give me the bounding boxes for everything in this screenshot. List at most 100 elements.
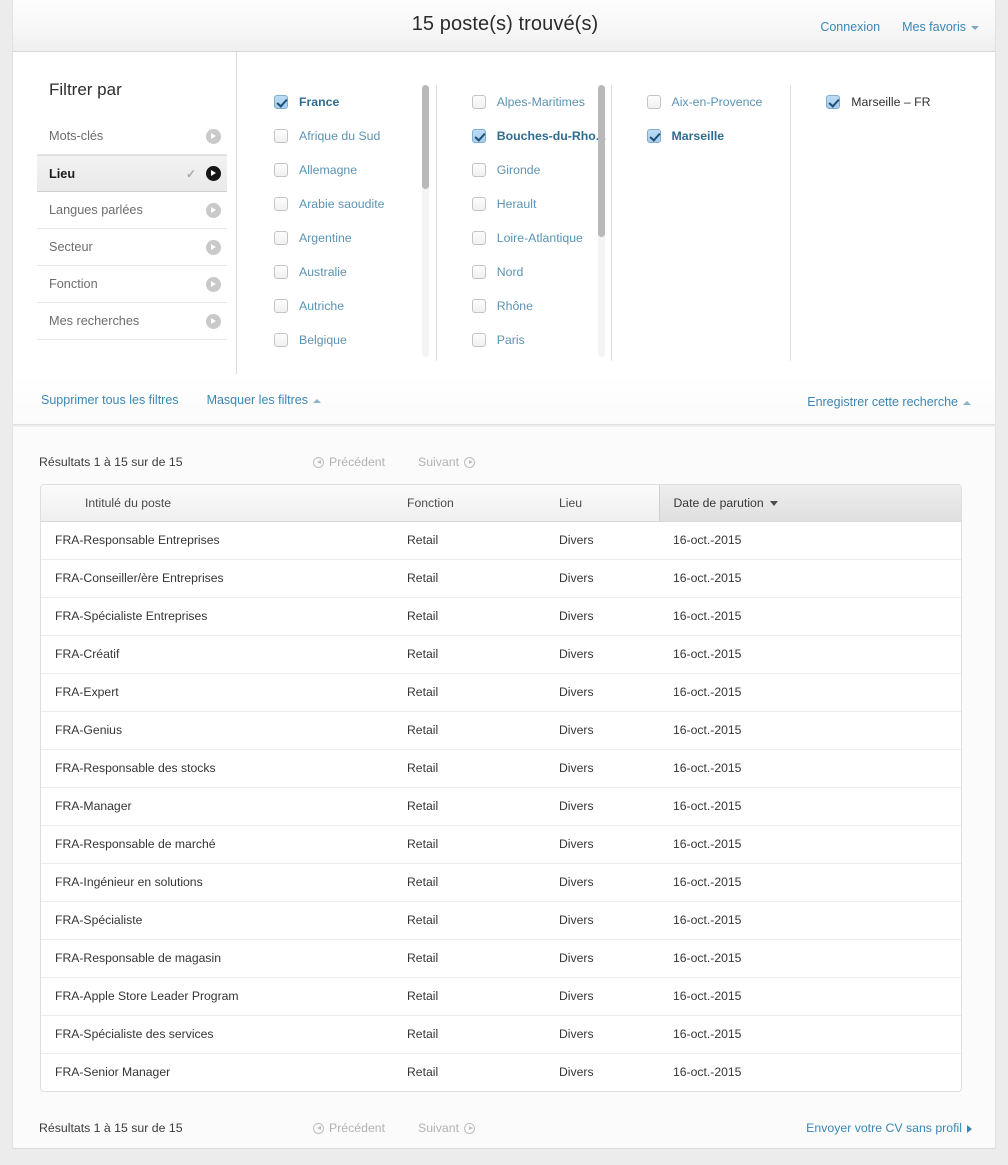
option-autriche[interactable]: Autriche: [238, 289, 436, 323]
option-australie[interactable]: Australie: [238, 255, 436, 289]
table-row[interactable]: FRA-Manager Retail Divers 16-oct.-2015: [41, 787, 961, 826]
save-search-link[interactable]: Enregistrer cette recherche: [807, 395, 971, 409]
cell-title[interactable]: FRA-Apple Store Leader Program: [41, 977, 393, 1016]
option-afrique-du-sud[interactable]: Afrique du Sud: [238, 119, 436, 153]
checkbox-icon[interactable]: [274, 163, 288, 177]
checkbox-icon[interactable]: [471, 299, 486, 313]
option-loire-atlantique[interactable]: Loire-Atlantique: [436, 221, 611, 255]
previous-page-button-top[interactable]: Précédent: [313, 455, 385, 469]
cell-title[interactable]: FRA-Conseiller/ère Entreprises: [41, 559, 393, 598]
sidebar-item-mots-cles[interactable]: Mots-clés: [37, 118, 227, 155]
cell-title[interactable]: FRA-Spécialiste: [41, 901, 393, 940]
scrollbar-departments[interactable]: [597, 85, 605, 357]
option-paris[interactable]: Paris: [436, 323, 611, 357]
option-allemagne[interactable]: Allemagne: [238, 153, 436, 187]
column-divider: [435, 85, 437, 361]
sidebar-item-lieu[interactable]: Lieu ✓: [37, 155, 227, 192]
table-row[interactable]: FRA-Spécialiste des services Retail Divers…: [41, 1015, 961, 1054]
checkbox-icon[interactable]: [471, 265, 486, 279]
sidebar-item-fonction[interactable]: Fonction: [37, 266, 227, 303]
cell-title[interactable]: FRA-Senior Manager: [41, 1053, 393, 1091]
cell-title[interactable]: FRA-Expert: [41, 673, 393, 712]
checkbox-checked-icon[interactable]: [471, 129, 486, 143]
column-header-fonction[interactable]: Fonction: [393, 485, 545, 522]
option-bouches-du-rhone[interactable]: Bouches-du-Rho...: [436, 119, 611, 153]
sidebar-item-langues-parlees[interactable]: Langues parlées: [37, 192, 227, 229]
option-rhone[interactable]: Rhône: [436, 289, 611, 323]
cell-title[interactable]: FRA-Responsable de magasin: [41, 939, 393, 978]
clear-all-filters-link[interactable]: Supprimer tous les filtres: [41, 393, 179, 407]
table-row[interactable]: FRA-Responsable des stocks Retail Divers 16…: [41, 749, 961, 788]
table-row[interactable]: FRA-Responsable de marché Retail Divers 16-…: [41, 825, 961, 864]
cell-title[interactable]: FRA-Spécialiste Entreprises: [41, 597, 393, 636]
scrollbar-thumb[interactable]: [421, 85, 429, 189]
table-row[interactable]: FRA-Ingénieur en solutions Retail Divers 16…: [41, 863, 961, 902]
arrow-right-icon: [967, 1124, 972, 1133]
checkbox-icon[interactable]: [274, 129, 288, 143]
option-herault[interactable]: Herault: [436, 187, 611, 221]
cell-title[interactable]: FRA-Créatif: [41, 635, 393, 674]
table-row[interactable]: FRA-Responsable de magasin Retail Divers 16…: [41, 939, 961, 978]
table-row[interactable]: FRA-Spécialiste Retail Divers 16-oct.-2015: [41, 901, 961, 940]
sidebar-item-mes-recherches[interactable]: Mes recherches: [37, 303, 227, 340]
checkbox-icon[interactable]: [274, 197, 288, 211]
login-link[interactable]: Connexion: [820, 20, 880, 34]
results-table-head: Intitulé du poste Fonction Lieu Date de …: [41, 485, 961, 522]
checkbox-icon[interactable]: [274, 265, 288, 279]
option-label: Alpes-Maritimes: [496, 95, 585, 109]
option-nord[interactable]: Nord: [436, 255, 611, 289]
table-row[interactable]: FRA-Genius Retail Divers 16-oct.-2015: [41, 711, 961, 750]
column-header-lieu[interactable]: Lieu: [545, 485, 659, 522]
hide-filters-link[interactable]: Masquer les filtres: [207, 393, 321, 407]
option-aix-en-provence[interactable]: Aix-en-Provence: [611, 85, 791, 119]
cell-title[interactable]: FRA-Responsable des stocks: [41, 749, 393, 788]
column-header-title[interactable]: Intitulé du poste: [41, 485, 393, 522]
option-belgique[interactable]: Belgique: [238, 323, 436, 357]
checkbox-icon[interactable]: [471, 163, 486, 177]
checkbox-icon[interactable]: [274, 231, 288, 245]
table-row[interactable]: FRA-Responsable Entreprises Retail Divers 1…: [41, 521, 961, 560]
cell-title[interactable]: FRA-Genius: [41, 711, 393, 750]
checkbox-icon[interactable]: [274, 299, 288, 313]
scrollbar-thumb[interactable]: [597, 85, 605, 237]
filter-column-departments: Alpes-Maritimes Bouches-du-Rho... Girond…: [435, 52, 611, 374]
cell-title[interactable]: FRA-Ingénieur en solutions: [41, 863, 393, 902]
table-row[interactable]: FRA-Apple Store Leader Program Retail Dive…: [41, 977, 961, 1016]
scrollbar-countries[interactable]: [421, 85, 429, 357]
table-row[interactable]: FRA-Conseiller/ère Entreprises Retail Dive…: [41, 559, 961, 598]
option-marseille[interactable]: Marseille: [611, 119, 791, 153]
table-row[interactable]: FRA-Senior Manager Retail Divers 16-oct.-20…: [41, 1053, 961, 1091]
option-marseille-fr[interactable]: Marseille – FR: [790, 85, 995, 119]
cell-title[interactable]: FRA-Spécialiste des services: [41, 1015, 393, 1054]
table-row[interactable]: FRA-Expert Retail Divers 16-oct.-2015: [41, 673, 961, 712]
table-row[interactable]: FRA-Spécialiste Entreprises Retail Divers 1…: [41, 597, 961, 636]
cell-title[interactable]: FRA-Manager: [41, 787, 393, 826]
option-alpes-maritimes[interactable]: Alpes-Maritimes: [436, 85, 611, 119]
option-argentine[interactable]: Argentine: [238, 221, 436, 255]
option-france[interactable]: France: [238, 85, 436, 119]
next-page-button-top[interactable]: Suivant: [418, 455, 476, 469]
checkbox-icon[interactable]: [646, 95, 661, 109]
column-header-date[interactable]: Date de parution: [658, 485, 961, 522]
checkbox-checked-icon[interactable]: [826, 95, 841, 109]
favorites-menu[interactable]: Mes favoris: [902, 20, 979, 34]
option-gironde[interactable]: Gironde: [436, 153, 611, 187]
checkbox-checked-icon[interactable]: [274, 95, 288, 109]
checkbox-icon[interactable]: [471, 333, 486, 347]
results-table-wrapper: Intitulé du poste Fonction Lieu Date de …: [40, 484, 962, 1092]
sidebar-item-secteur[interactable]: Secteur: [37, 229, 227, 266]
send-cv-link[interactable]: Envoyer votre CV sans profil: [806, 1121, 972, 1135]
chevron-up-icon: [963, 400, 971, 405]
table-row[interactable]: FRA-Créatif Retail Divers 16-oct.-2015: [41, 635, 961, 674]
option-arabie-saoudite[interactable]: Arabie saoudite: [238, 187, 436, 221]
checkbox-icon[interactable]: [471, 95, 486, 109]
checkbox-checked-icon[interactable]: [646, 129, 661, 143]
cell-fonction: Retail: [393, 673, 545, 712]
previous-page-button-bottom[interactable]: Précédent: [313, 1121, 385, 1135]
checkbox-icon[interactable]: [471, 231, 486, 245]
cell-title[interactable]: FRA-Responsable Entreprises: [41, 521, 393, 560]
checkbox-icon[interactable]: [471, 197, 486, 211]
cell-title[interactable]: FRA-Responsable de marché: [41, 825, 393, 864]
checkbox-icon[interactable]: [274, 333, 288, 347]
next-page-button-bottom[interactable]: Suivant: [418, 1121, 476, 1135]
